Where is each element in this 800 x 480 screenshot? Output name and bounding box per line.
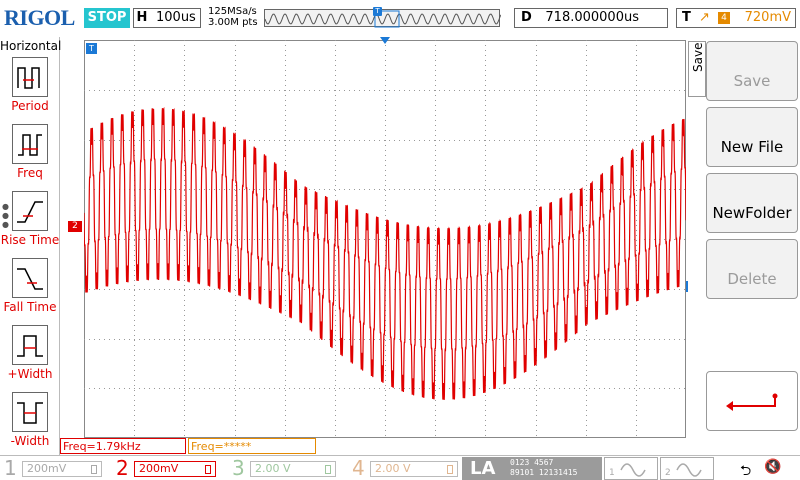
la-digital-row1: 0123 4567 [510,458,554,467]
rising-edge-icon: ↗ [699,10,710,25]
return-icon [726,393,778,411]
measure-rise-time[interactable]: Rise Time [0,191,60,257]
memory-trace [265,13,501,25]
sine-wave-icon [620,463,646,477]
acquisition-info: 125MSa/s 3.00M pts [208,6,258,28]
measure-pos-width[interactable]: +Width [0,325,60,391]
trigger-time-marker: T [86,43,97,54]
generator1-tab[interactable]: 1 [604,457,658,480]
channel3-tab[interactable]: 3 2.00 V [228,457,338,480]
coupling-icon [205,465,211,474]
speaker-muted-icon[interactable]: 🔇 [764,459,781,475]
save-menu: Save Save New File NewFolder Delete [688,37,800,437]
measure-pos-width-label: +Width [7,367,53,381]
delete-button[interactable]: Delete [706,239,798,299]
memory-trigger-marker: T [373,7,382,16]
measure-fall-time[interactable]: Fall Time [0,258,60,324]
channel3-number: 3 [232,456,245,480]
measure-period-label: Period [11,99,49,113]
la-label: LA [470,458,496,479]
return-button[interactable] [706,371,798,431]
channel3-scale-value: 2.00 V [255,462,291,475]
channel4-tab[interactable]: 4 2.00 V [348,457,460,480]
measure-rise-time-label: Rise Time [0,233,60,247]
measure-freq[interactable]: Freq [0,124,60,190]
timebase-key: H [134,9,150,27]
usb-icon: ⮌ [740,463,752,479]
measure-period[interactable]: Period [0,57,60,123]
generator2-tab[interactable]: 2 [660,457,714,480]
delay-value: 718.000000us [545,10,639,25]
memory-depth: 3.00M pts [208,17,258,28]
delay-display[interactable]: D 718.000000us [514,8,668,28]
channel2-tab[interactable]: 2 200mV [112,457,218,480]
channel4-number: 4 [352,456,365,480]
measurement-ch2-freq[interactable]: Freq=1.79kHz [60,438,186,454]
channel1-tab[interactable]: 1 200mV [0,457,104,480]
trigger-level: 720mV [744,10,791,25]
neg-width-icon [12,392,48,432]
delete-button-label: Delete [727,270,777,288]
save-menu-title: Save [691,42,705,72]
measure-menu: Horizontal Period Freq ● ● ● Rise Time Fal [0,37,62,458]
freq-icon [12,124,48,164]
coupling-icon [325,465,331,474]
new-file-button[interactable]: New File [706,107,798,167]
measure-freq-label: Freq [17,166,43,180]
channel1-scale-value: 200mV [27,462,67,475]
sine-wave-icon [676,463,702,477]
trigger-key: T [682,10,691,25]
save-menu-tab: Save [688,41,706,97]
channel1-number: 1 [4,456,17,480]
channel2-scale: 200mV [134,461,216,477]
new-file-button-label: New File [720,138,784,156]
status-bar: RIGOL STOP H 100us 125MSa/s 3.00M pts T … [0,0,800,36]
trigger-display[interactable]: T ↗ 4 720mV [676,8,796,28]
period-icon [12,57,48,97]
trigger-position-arrow-icon [380,37,390,44]
channel2-offset-marker[interactable]: 2 [68,221,82,232]
channel2-number: 2 [116,456,129,480]
delay-key: D [521,10,532,25]
channel4-scale: 2.00 V [370,461,458,477]
channel-bar: 1 200mV 2 200mV 3 2.00 V 4 2.00 V LA 012… [0,455,800,480]
timebase-display[interactable]: H 100us [133,8,201,28]
memory-overview [264,9,501,28]
trigger-source: 4 [718,12,730,24]
timebase-value: 100us [156,10,196,25]
channel4-scale-value: 2.00 V [375,462,411,475]
measurement-ch4-freq[interactable]: Freq=***** [188,438,316,454]
waveform-graticule [83,40,687,438]
pos-width-icon [12,325,48,365]
run-stop-indicator[interactable]: STOP [84,8,130,28]
channel2-scale-value: 200mV [139,462,179,475]
brand-logo: RIGOL [4,5,75,30]
channel3-scale: 2.00 V [250,461,336,477]
fall-time-icon [12,258,48,298]
measure-fall-time-label: Fall Time [3,300,57,314]
coupling-icon [91,465,97,474]
new-folder-button-label: NewFolder [712,204,792,222]
sample-rate: 125MSa/s [208,6,257,17]
logic-analyzer-tab[interactable]: LA 0123 4567 89101 12131415 [462,457,602,480]
waveform-display[interactable] [83,40,687,438]
channel1-scale: 200mV [22,461,102,477]
measure-neg-width-label: -Width [10,434,50,448]
save-button[interactable]: Save [706,41,798,101]
save-button-label: Save [733,72,771,90]
rise-time-icon [12,191,48,231]
measure-menu-title: Horizontal [0,39,62,53]
measure-neg-width[interactable]: -Width [0,392,60,458]
oscilloscope-screen: RIGOL STOP H 100us 125MSa/s 3.00M pts T … [0,0,800,480]
la-digital-row2: 89101 12131415 [510,468,578,477]
coupling-icon [447,465,453,474]
channel2-trace [83,106,687,400]
memory-waveform-icon [265,10,501,28]
graticule-lines [84,40,686,438]
new-folder-button[interactable]: NewFolder [706,173,798,233]
